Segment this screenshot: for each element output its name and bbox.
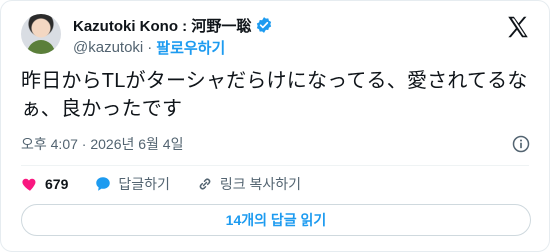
- reply-label: 답글하기: [118, 176, 170, 192]
- like-count: 679: [45, 176, 69, 192]
- verified-badge-icon: [257, 17, 272, 33]
- divider: [21, 165, 529, 166]
- info-icon[interactable]: [511, 134, 531, 154]
- author-avatar[interactable]: [21, 14, 61, 54]
- heart-icon: [22, 178, 36, 191]
- copy-link-label: 링크 복사하기: [219, 176, 302, 192]
- tweet-embed-card: Kazutoki Kono : 河野一聡 @kazutoki · 팔로우하기 昨…: [0, 0, 550, 252]
- author-name-row: Kazutoki Kono : 河野一聡: [73, 15, 273, 35]
- author-handle-row: @kazutoki · 팔로우하기: [73, 37, 225, 57]
- copy-link-button[interactable]: 링크 복사하기: [196, 174, 301, 194]
- author-handle[interactable]: @kazutoki: [73, 39, 143, 56]
- action-bar: 679 답글하기 링크 복사하기: [21, 173, 327, 195]
- reply-bubble-icon: [96, 177, 111, 191]
- author-name[interactable]: Kazutoki Kono : 河野一聡: [73, 15, 251, 36]
- separator-dot: ·: [147, 38, 153, 56]
- read-replies-button[interactable]: 14개의 답글 읽기: [21, 204, 531, 236]
- tweet-text: 昨日からTLがターシャだらけになってる、愛されてるなぁ、良かったです: [21, 70, 528, 120]
- link-icon: [199, 178, 211, 190]
- follow-button[interactable]: 팔로우하기: [156, 37, 225, 58]
- reply-button[interactable]: 답글하기: [94, 174, 170, 194]
- like-button[interactable]: 679: [21, 175, 68, 193]
- tweet-timestamp[interactable]: 오후 4:07 · 2026년 6월 4일: [21, 134, 183, 154]
- x-logo-icon[interactable]: [505, 14, 531, 40]
